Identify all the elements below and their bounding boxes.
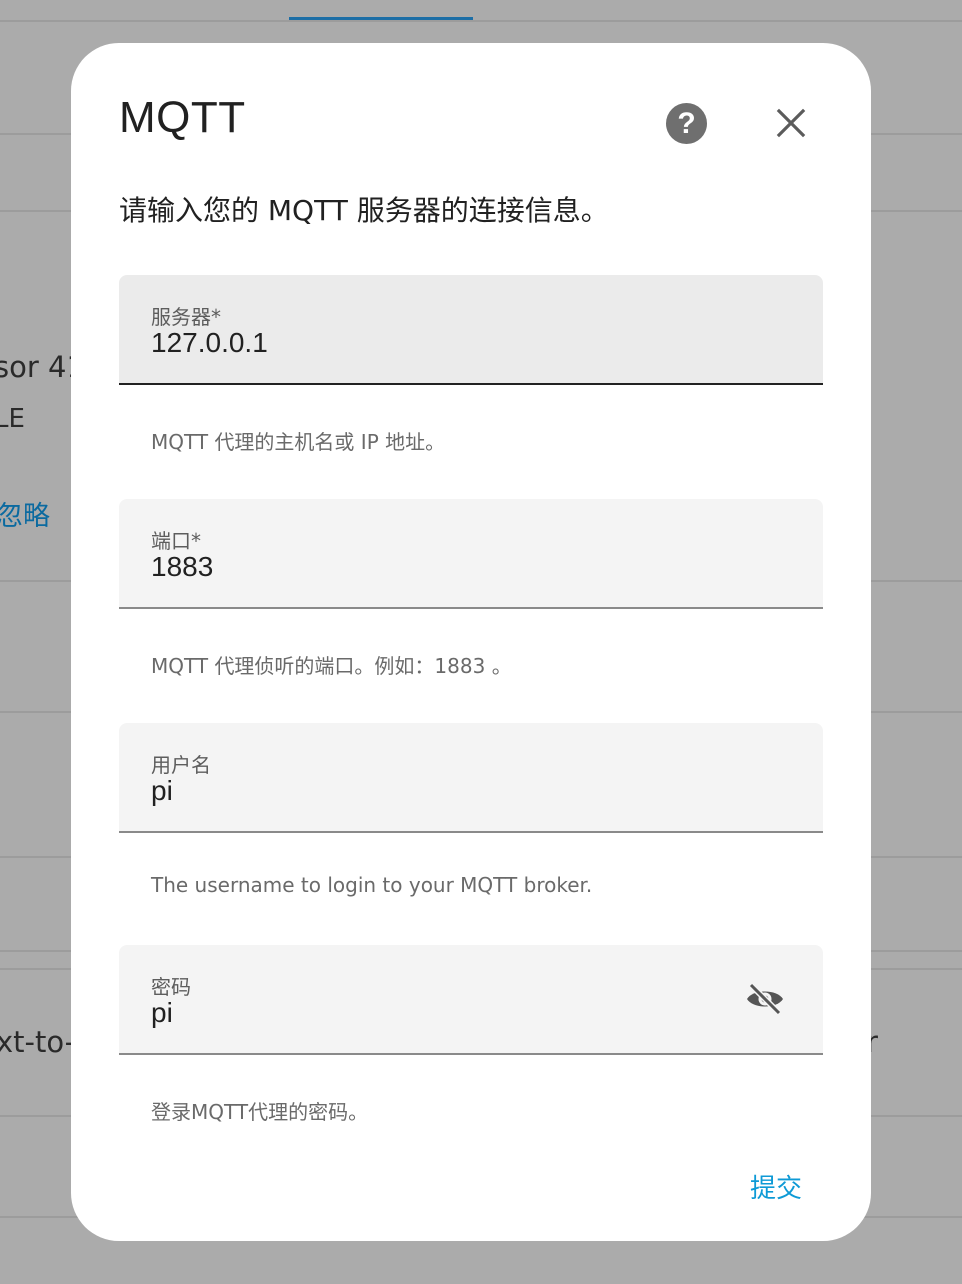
close-icon[interactable]: [771, 103, 811, 143]
bg-integration-name: xt-to-: [0, 1025, 76, 1059]
divider: [0, 20, 962, 22]
bg-device-type: LE: [0, 404, 25, 434]
port-label: 端口*: [151, 529, 201, 553]
password-label: 密码: [151, 975, 191, 999]
port-input[interactable]: 1883: [151, 551, 213, 583]
eye-off-icon[interactable]: [745, 981, 785, 1017]
dialog-title: MQTT: [119, 93, 246, 142]
help-glyph: ?: [677, 107, 696, 140]
password-input[interactable]: pi: [151, 997, 173, 1029]
bg-ignore-link[interactable]: 忽略: [0, 494, 50, 533]
help-icon[interactable]: ?: [666, 103, 707, 144]
port-field[interactable]: 端口* 1883: [119, 499, 823, 609]
eye-off-icon-glyph: [747, 982, 783, 1016]
username-label: 用户名: [151, 753, 211, 777]
password-helper-text: 登录MQTT代理的密码。: [151, 1100, 369, 1124]
close-icon-glyph: [776, 108, 806, 138]
broker-field[interactable]: 服务器* 127.0.0.1: [119, 275, 823, 385]
port-helper-text: MQTT 代理侦听的端口。例如：1883 。: [151, 654, 512, 678]
password-field[interactable]: 密码 pi: [119, 945, 823, 1055]
username-field[interactable]: 用户名 pi: [119, 723, 823, 833]
broker-helper-text: MQTT 代理的主机名或 IP 地址。: [151, 430, 446, 454]
mqtt-config-dialog: MQTT ? 请输入您的 MQTT 服务器的连接信息。 服务器* 127.0.0…: [71, 43, 871, 1241]
username-helper-text: The username to login to your MQTT broke…: [151, 873, 593, 897]
broker-input[interactable]: 127.0.0.1: [151, 327, 268, 359]
dialog-description: 请输入您的 MQTT 服务器的连接信息。: [119, 194, 609, 227]
broker-label: 服务器*: [151, 305, 221, 329]
submit-button[interactable]: 提交: [731, 1167, 821, 1211]
username-input[interactable]: pi: [151, 775, 173, 807]
